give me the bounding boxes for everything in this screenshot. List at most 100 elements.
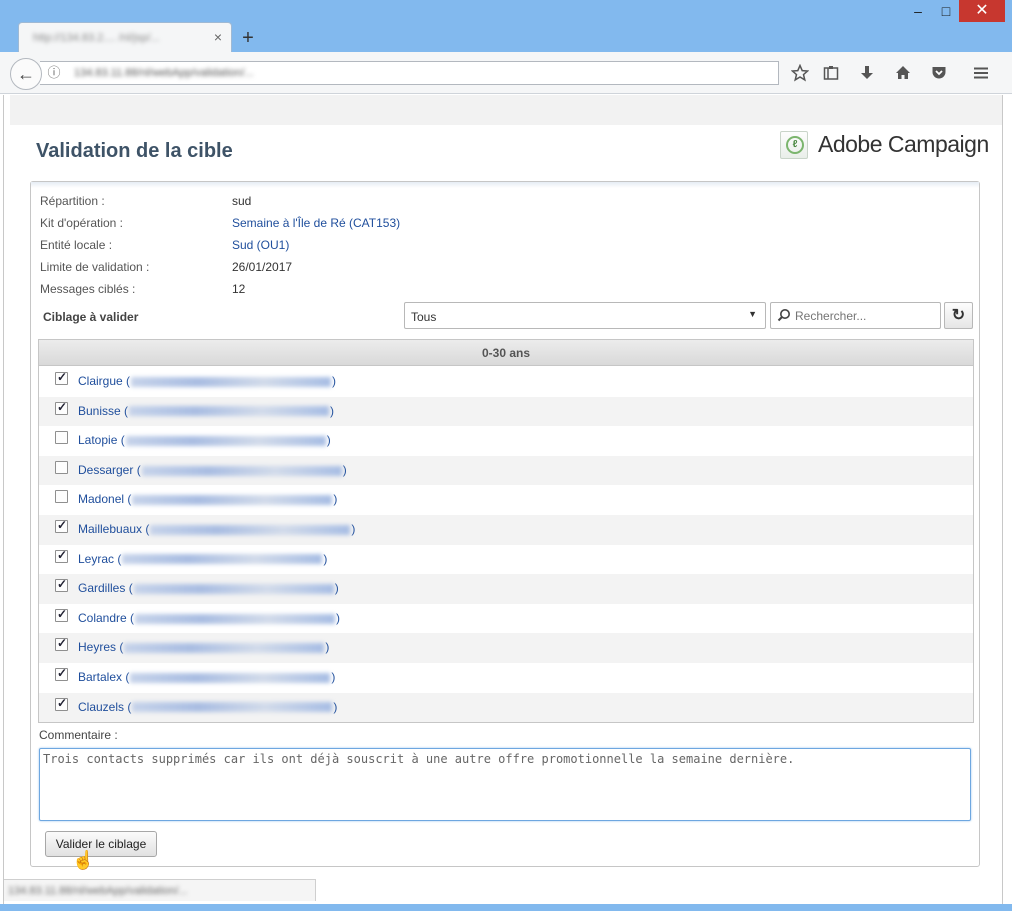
recipient-link[interactable]: Leyrac () bbox=[78, 552, 327, 566]
detail-value: sud bbox=[232, 194, 252, 208]
caret-down-icon: ▼ bbox=[748, 309, 757, 319]
browser-titlebar: http://134.83.2.... /nl/jsp/... × + – □ … bbox=[0, 0, 1012, 53]
row-checkbox[interactable] bbox=[55, 431, 68, 445]
redacted-email bbox=[130, 672, 331, 683]
row-checkbox[interactable] bbox=[55, 577, 68, 593]
url-text: 134.83.11.88/nl/webApp/validation/... bbox=[74, 67, 254, 79]
list-item[interactable]: Heyres () bbox=[39, 633, 973, 663]
bookmark-star-icon[interactable] bbox=[790, 63, 810, 84]
redacted-email bbox=[141, 465, 342, 476]
search-input[interactable] bbox=[795, 308, 935, 324]
recipient-link[interactable]: Gardilles () bbox=[78, 581, 339, 595]
row-checkbox[interactable] bbox=[55, 460, 68, 474]
recipient-name: Bunisse bbox=[78, 403, 121, 418]
recipient-link[interactable]: Maillebuaux () bbox=[78, 522, 355, 536]
recipient-name: Bartalex bbox=[78, 669, 123, 684]
recipient-name: Madonel bbox=[78, 492, 125, 507]
list-item[interactable]: Dessarger () bbox=[39, 455, 973, 486]
address-bar[interactable]: ⓘ 134.83.11.88/nl/webApp/validation/... bbox=[40, 61, 779, 85]
filter-select[interactable]: Tous ▼ bbox=[404, 302, 766, 329]
page-title: Validation de la cible bbox=[36, 140, 233, 162]
home-icon[interactable] bbox=[893, 64, 913, 84]
group-header: 0-30 ans bbox=[39, 340, 973, 366]
row-checkbox[interactable] bbox=[55, 666, 68, 681]
tab-close-icon[interactable]: × bbox=[209, 27, 227, 47]
validate-targeting-button[interactable]: Valider le ciblage bbox=[45, 831, 157, 857]
browser-tab[interactable]: http://134.83.2.... /nl/jsp/... × bbox=[18, 22, 232, 53]
recipient-link[interactable]: Clauzels () bbox=[78, 700, 337, 714]
redacted-email bbox=[135, 613, 336, 624]
detail-value: 26/01/2017 bbox=[232, 260, 293, 274]
detail-value: 12 bbox=[232, 282, 246, 296]
hand-cursor-icon: ☝ bbox=[72, 850, 95, 870]
refresh-button[interactable]: ↻ bbox=[944, 302, 973, 329]
download-icon[interactable] bbox=[857, 64, 877, 84]
site-info-icon[interactable]: ⓘ bbox=[46, 65, 62, 81]
row-checkbox[interactable] bbox=[55, 370, 68, 385]
new-tab-button[interactable]: + bbox=[238, 27, 258, 49]
row-checkbox[interactable] bbox=[55, 696, 68, 711]
recipient-link[interactable]: Dessarger () bbox=[78, 463, 347, 477]
detail-label: Kit d'opération : bbox=[40, 216, 124, 230]
pocket-icon[interactable] bbox=[929, 64, 949, 84]
recipient-link[interactable]: Colandre () bbox=[78, 611, 340, 625]
row-checkbox[interactable] bbox=[55, 607, 68, 622]
recipient-link[interactable]: Bartalex () bbox=[78, 670, 335, 684]
recipient-list: 0-30 ans Clairgue () Bunisse () Latopie ()… bbox=[38, 339, 974, 723]
list-item[interactable]: Colandre () bbox=[39, 604, 973, 634]
recipient-link[interactable]: Madonel () bbox=[78, 492, 337, 506]
redacted-email bbox=[150, 524, 351, 535]
recipient-link[interactable]: Bunisse () bbox=[78, 404, 334, 418]
redacted-email bbox=[132, 495, 333, 506]
recipient-name: Dessarger bbox=[78, 462, 134, 477]
reading-list-icon[interactable] bbox=[821, 64, 841, 84]
row-checkbox[interactable] bbox=[55, 490, 68, 504]
row-checkbox[interactable] bbox=[55, 400, 68, 415]
list-item[interactable]: Latopie () bbox=[39, 426, 973, 456]
list-item[interactable]: Clairgue () bbox=[39, 367, 973, 397]
redacted-email bbox=[132, 702, 333, 713]
browser-navbar: ⓘ 134.83.11.88/nl/webApp/validation/... … bbox=[0, 52, 1012, 94]
search-box[interactable] bbox=[770, 302, 941, 329]
maximize-button[interactable]: □ bbox=[933, 0, 959, 22]
list-item[interactable]: Gardilles () bbox=[39, 574, 973, 604]
recipient-name: Heyres bbox=[78, 640, 117, 655]
local-entity-link[interactable]: Sud (OU1) bbox=[232, 238, 632, 252]
filter-select-value: Tous bbox=[411, 310, 437, 324]
list-item[interactable]: Maillebuaux () bbox=[39, 514, 973, 545]
recipient-link[interactable]: Latopie () bbox=[78, 433, 331, 447]
detail-label: Entité locale : bbox=[40, 238, 113, 252]
redacted-email bbox=[125, 436, 326, 447]
list-item[interactable]: Leyrac () bbox=[39, 545, 973, 575]
recipient-name: Gardilles bbox=[78, 581, 126, 596]
redacted-email bbox=[122, 554, 323, 565]
brand-name: Adobe Campaign bbox=[818, 131, 989, 157]
recipient-link[interactable]: Heyres () bbox=[78, 640, 329, 654]
row-checkbox[interactable] bbox=[55, 636, 68, 652]
redacted-email bbox=[129, 406, 330, 417]
operation-kit-link[interactable]: Semaine à l'Île de Ré (CAT153) bbox=[232, 216, 632, 230]
row-checkbox[interactable] bbox=[55, 518, 68, 533]
detail-label: Limite de validation : bbox=[40, 260, 150, 274]
tab-title: http://134.83.2.... /nl/jsp/... bbox=[33, 32, 160, 44]
row-checkbox[interactable] bbox=[55, 548, 68, 563]
minimize-button[interactable]: – bbox=[905, 0, 931, 22]
list-item[interactable]: Madonel () bbox=[39, 485, 973, 515]
list-item[interactable]: Clauzels () bbox=[39, 692, 973, 722]
recipient-link[interactable]: Clairgue () bbox=[78, 374, 336, 388]
comment-field[interactable] bbox=[39, 748, 971, 821]
refresh-icon: ↻ bbox=[951, 307, 966, 324]
list-item[interactable]: Bunisse () bbox=[39, 396, 973, 427]
back-button[interactable]: ← bbox=[10, 58, 42, 90]
menu-icon[interactable] bbox=[971, 64, 991, 84]
recipient-name: Clauzels bbox=[78, 699, 125, 714]
panel-top-shade bbox=[31, 182, 979, 188]
comment-label: Commentaire : bbox=[39, 728, 118, 742]
recipient-name: Leyrac bbox=[78, 551, 115, 566]
list-item[interactable]: Bartalex () bbox=[39, 663, 973, 693]
recipient-name: Colandre bbox=[78, 610, 127, 625]
close-window-button[interactable]: ✕ bbox=[959, 0, 1005, 22]
adobe-campaign-logo-icon: ℓ bbox=[780, 131, 808, 159]
recipient-name: Latopie bbox=[78, 433, 118, 448]
recipient-rows: Clairgue () Bunisse () Latopie () Dessarger… bbox=[39, 367, 973, 722]
